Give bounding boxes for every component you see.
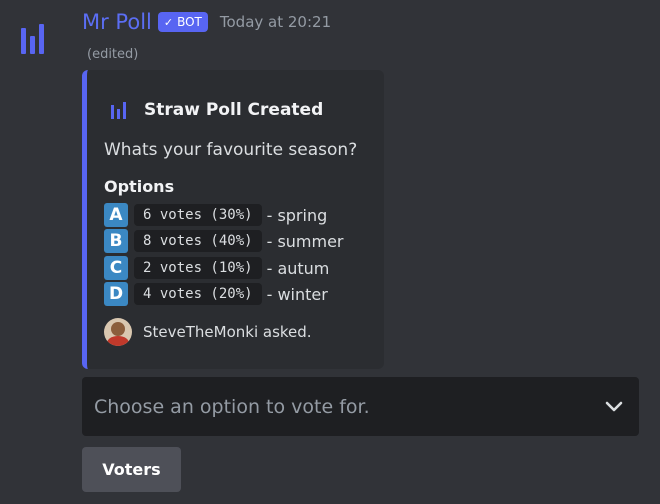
- embed-footer: SteveTheMonki asked.: [104, 318, 312, 346]
- option-label: - spring: [266, 205, 328, 225]
- embed-title-text: Straw Poll Created: [144, 100, 324, 120]
- poll-bars-icon: [111, 101, 126, 119]
- option-letter-icon: C: [104, 256, 128, 280]
- option-letter-icon: B: [104, 229, 128, 253]
- poll-option: D 4 votes (20%) - winter: [104, 281, 328, 307]
- options-heading: Options: [104, 177, 175, 196]
- embed-title: Straw Poll Created: [111, 100, 323, 120]
- select-placeholder: Choose an option to vote for.: [94, 395, 370, 418]
- poll-option: A 6 votes (30%) - spring: [104, 202, 327, 228]
- option-votes: 2 votes (10%): [134, 257, 262, 279]
- poll-bars-icon: [20, 24, 44, 54]
- option-label: - winter: [266, 284, 328, 304]
- option-letter-icon: A: [104, 203, 128, 227]
- message-header: Mr Poll ✓ BOT Today at 20:21: [82, 8, 331, 36]
- bot-badge: ✓ BOT: [157, 12, 208, 32]
- option-votes: 4 votes (20%): [134, 283, 262, 305]
- edited-label: (edited): [87, 47, 139, 62]
- avatar: [104, 318, 132, 346]
- poll-embed: Straw Poll Created Whats your favourite …: [82, 70, 384, 369]
- poll-option: B 8 votes (40%) - summer: [104, 228, 344, 254]
- footer-text: SteveTheMonki asked.: [143, 323, 312, 341]
- bot-badge-label: BOT: [177, 15, 202, 29]
- username[interactable]: Mr Poll: [82, 10, 152, 34]
- timestamp[interactable]: Today at 20:21: [220, 13, 331, 31]
- option-votes: 6 votes (30%): [134, 204, 262, 226]
- option-votes: 8 votes (40%): [134, 230, 262, 252]
- option-letter-icon: D: [104, 282, 128, 306]
- poll-question: Whats your favourite season?: [104, 140, 358, 160]
- poll-option: C 2 votes (10%) - autum: [104, 255, 329, 281]
- check-icon: ✓: [163, 15, 174, 29]
- option-label: - autum: [266, 258, 330, 278]
- bot-avatar[interactable]: [12, 14, 52, 54]
- chevron-down-icon[interactable]: [603, 396, 625, 418]
- vote-select-menu[interactable]: Choose an option to vote for.: [82, 377, 639, 436]
- option-label: - summer: [266, 231, 344, 251]
- message: Mr Poll ✓ BOT Today at 20:21 (edited) St…: [0, 0, 660, 504]
- voters-button[interactable]: Voters: [82, 447, 181, 492]
